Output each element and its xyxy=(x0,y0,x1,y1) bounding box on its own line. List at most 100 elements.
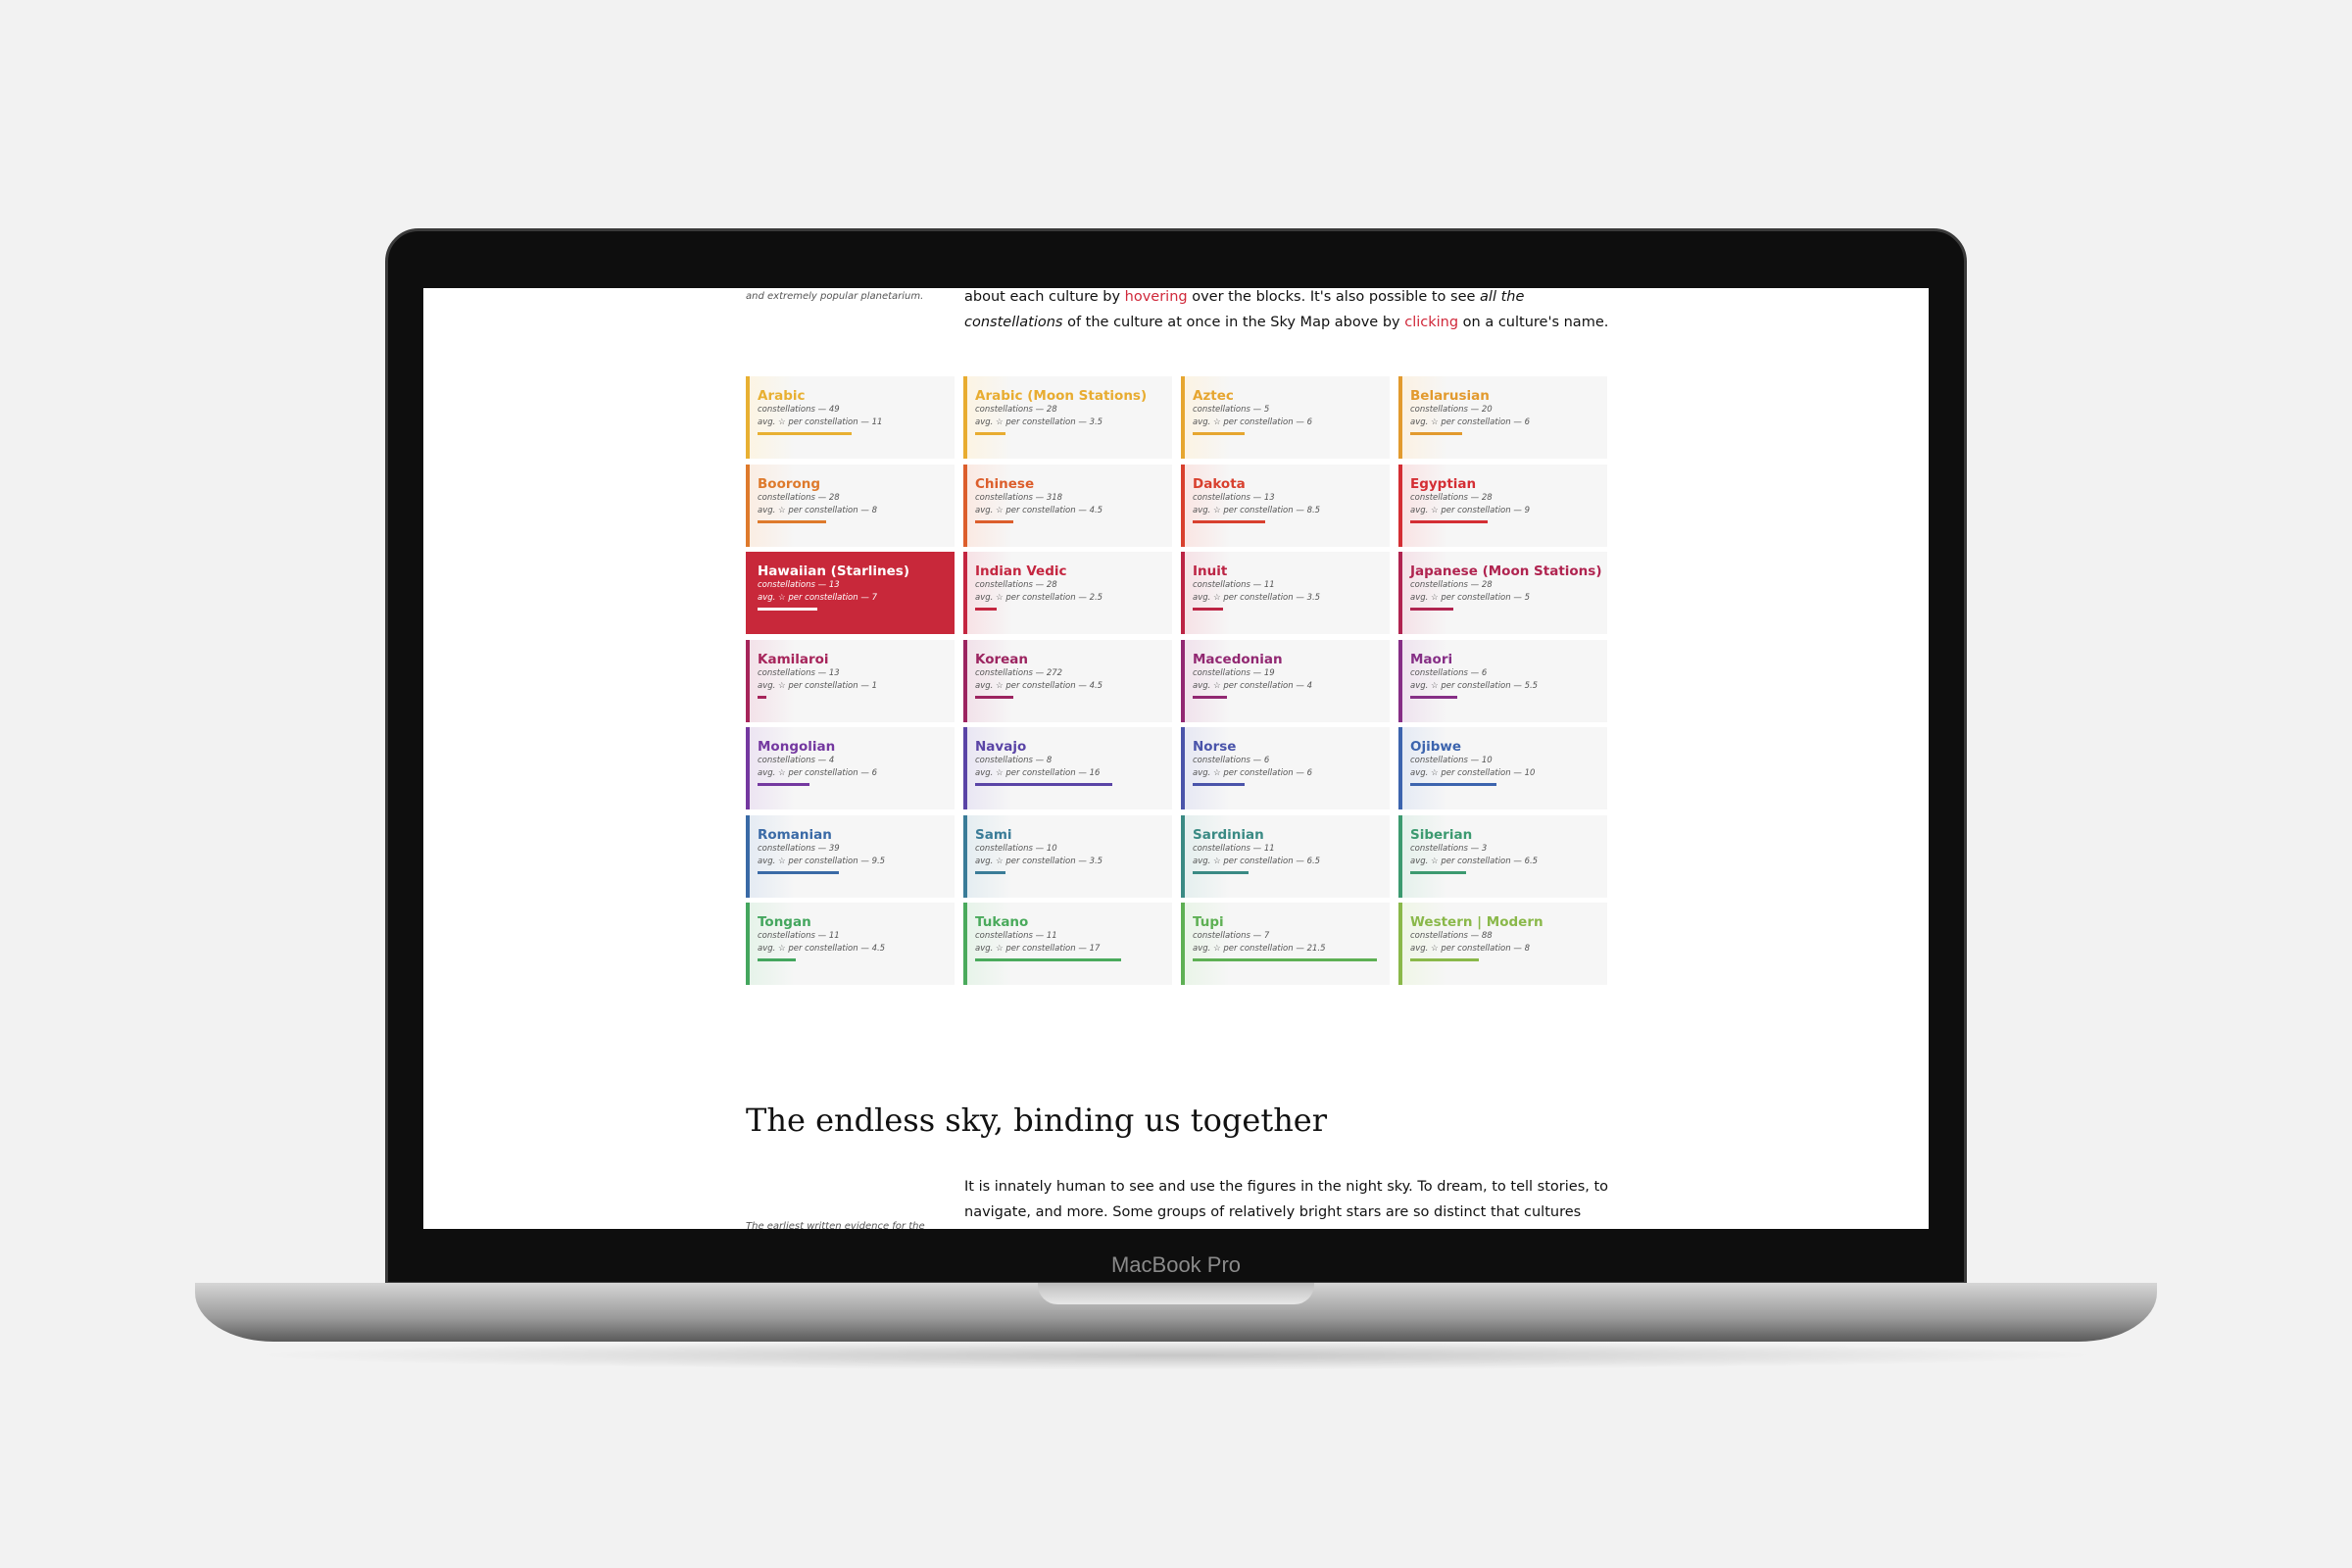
value: 6 xyxy=(1306,768,1312,778)
culture-name[interactable]: Norse xyxy=(1193,739,1390,755)
culture-card[interactable]: Mongolian constellations — 4 avg. ☆ per co… xyxy=(746,727,955,809)
culture-card[interactable]: Kamilaroi constellations — 13 avg. ☆ per c… xyxy=(746,639,955,722)
label: avg. ☆ per constellation — xyxy=(975,768,1090,778)
avg-stars-bar xyxy=(1410,608,1453,611)
avg-stars: avg. ☆ per constellation — 6.5 xyxy=(1193,856,1390,868)
avg-stars: avg. ☆ per constellation — 4 xyxy=(1193,680,1390,693)
label: avg. ☆ per constellation — xyxy=(1410,768,1525,778)
value: 28 xyxy=(1481,492,1493,503)
culture-card[interactable]: Norse constellations — 6 avg. ☆ per conste… xyxy=(1181,727,1390,809)
culture-card[interactable]: Sami constellations — 10 avg. ☆ per conste… xyxy=(963,814,1172,898)
culture-card[interactable]: Dakota constellations — 13 avg. ☆ per cons… xyxy=(1181,464,1390,547)
culture-card[interactable]: Ojibwe constellations — 10 avg. ☆ per cons… xyxy=(1398,727,1607,809)
avg-stars-bar xyxy=(975,870,1005,874)
culture-card[interactable]: Western | Modern constellations — 88 avg. … xyxy=(1398,903,1607,985)
label: avg. ☆ per constellation — xyxy=(1193,768,1307,778)
culture-name[interactable]: Chinese xyxy=(975,476,1172,492)
culture-card[interactable]: Siberian constellations — 3 avg. ☆ per con… xyxy=(1398,814,1607,898)
avg-stars: avg. ☆ per constellation — 7 xyxy=(758,592,955,605)
culture-card[interactable]: Hawaiian (Starlines) constellations — 13 a… xyxy=(746,552,955,634)
culture-name[interactable]: Macedonian xyxy=(1193,652,1390,667)
value: 3.5 xyxy=(1306,593,1321,603)
culture-card[interactable]: Boorong constellations — 28 avg. ☆ per con… xyxy=(746,464,955,547)
value: 7 xyxy=(871,593,877,603)
culture-card[interactable]: Arabic constellations — 49 avg. ☆ per cons… xyxy=(746,376,955,459)
value: 17 xyxy=(1089,944,1101,954)
culture-name[interactable]: Japanese (Moon Stations) xyxy=(1410,564,1607,579)
culture-name[interactable]: Korean xyxy=(975,652,1172,667)
culture-card[interactable]: Korean constellations — 272 avg. ☆ per con… xyxy=(963,639,1172,722)
culture-name[interactable]: Ojibwe xyxy=(1410,739,1607,755)
culture-name[interactable]: Mongolian xyxy=(758,739,955,755)
culture-card[interactable]: Sardinian constellations — 11 avg. ☆ per c… xyxy=(1181,814,1390,898)
culture-name[interactable]: Tukano xyxy=(975,914,1172,930)
culture-card[interactable]: Maori constellations — 6 avg. ☆ per conste… xyxy=(1398,639,1607,722)
culture-card[interactable]: Tongan constellations — 11 avg. ☆ per cons… xyxy=(746,903,955,985)
avg-stars-bar xyxy=(1193,958,1378,961)
culture-name[interactable]: Sami xyxy=(975,827,1172,843)
culture-name[interactable]: Arabic xyxy=(758,388,955,404)
culture-card[interactable]: Belarusian constellations — 20 avg. ☆ per … xyxy=(1398,376,1607,459)
culture-name[interactable]: Arabic (Moon Stations) xyxy=(975,388,1172,404)
avg-stars: avg. ☆ per constellation — 21.5 xyxy=(1193,943,1390,956)
value: 6.5 xyxy=(1306,856,1321,866)
culture-card[interactable]: Arabic (Moon Stations) constellations — 2… xyxy=(963,376,1172,459)
culture-name[interactable]: Western | Modern xyxy=(1410,914,1607,930)
culture-name[interactable]: Romanian xyxy=(758,827,955,843)
culture-card[interactable]: Macedonian constellations — 19 avg. ☆ per … xyxy=(1181,639,1390,722)
text: navigate, and more. Some groups of relat… xyxy=(964,1204,1582,1220)
culture-card[interactable]: Romanian constellations — 39 avg. ☆ per co… xyxy=(746,814,955,898)
label: avg. ☆ per constellation — xyxy=(758,505,872,515)
culture-card[interactable]: Navajo constellations — 8 avg. ☆ per const… xyxy=(963,727,1172,809)
label: constellations — xyxy=(1193,843,1264,854)
label: avg. ☆ per constellation — xyxy=(1410,505,1525,515)
avg-stars-bar xyxy=(758,608,818,611)
avg-stars: avg. ☆ per constellation — 6.5 xyxy=(1410,856,1607,868)
culture-name[interactable]: Tupi xyxy=(1193,914,1390,930)
culture-card[interactable]: Egyptian constellations — 28 avg. ☆ per co… xyxy=(1398,464,1607,547)
label: constellations — xyxy=(1193,667,1264,678)
avg-stars-bar xyxy=(758,958,797,961)
culture-name[interactable]: Boorong xyxy=(758,476,955,492)
culture-card[interactable]: Indian Vedic constellations — 28 avg. ☆ pe… xyxy=(963,552,1172,634)
value: 6 xyxy=(1263,756,1270,765)
culture-name[interactable]: Egyptian xyxy=(1410,476,1607,492)
value: 49 xyxy=(828,405,840,415)
culture-card[interactable]: Inuit constellations — 11 avg. ☆ per const… xyxy=(1181,552,1390,634)
culture-card[interactable]: Japanese (Moon Stations) constellations —… xyxy=(1398,552,1607,634)
culture-name[interactable]: Inuit xyxy=(1193,564,1390,579)
avg-stars: avg. ☆ per constellation — 2.5 xyxy=(975,592,1172,605)
label: constellations — xyxy=(1410,405,1482,415)
constellation-count: constellations — 272 xyxy=(975,667,1172,680)
hovering-link[interactable]: hovering xyxy=(1125,289,1188,305)
constellation-count: constellations — 6 xyxy=(1410,667,1607,680)
culture-name[interactable]: Navajo xyxy=(975,739,1172,755)
culture-card[interactable]: Tupi constellations — 7 avg. ☆ per constel… xyxy=(1181,903,1390,985)
constellation-count: constellations — 8 xyxy=(975,755,1172,767)
label: constellations — xyxy=(975,580,1047,590)
culture-name[interactable]: Hawaiian (Starlines) xyxy=(758,564,955,579)
avg-stars: avg. ☆ per constellation — 1 xyxy=(758,680,955,693)
culture-name[interactable]: Maori xyxy=(1410,652,1607,667)
culture-card[interactable]: Aztec constellations — 5 avg. ☆ per conste… xyxy=(1181,376,1390,459)
culture-name[interactable]: Siberian xyxy=(1410,827,1607,843)
constellation-count: constellations — 28 xyxy=(758,492,955,505)
clicking-link[interactable]: clicking xyxy=(1404,315,1458,330)
culture-name[interactable]: Indian Vedic xyxy=(975,564,1172,579)
culture-name[interactable]: Tongan xyxy=(758,914,955,930)
label: constellations — xyxy=(1410,756,1482,765)
culture-card[interactable]: Tukano constellations — 11 avg. ☆ per cons… xyxy=(963,903,1172,985)
value: 21.5 xyxy=(1306,944,1326,954)
screen: and extremely popular planetarium. about… xyxy=(423,288,1929,1229)
label: avg. ☆ per constellation — xyxy=(1193,505,1307,515)
culture-name[interactable]: Dakota xyxy=(1193,476,1390,492)
culture-name[interactable]: Aztec xyxy=(1193,388,1390,404)
culture-name[interactable]: Sardinian xyxy=(1193,827,1390,843)
avg-stars-bar xyxy=(975,519,1014,523)
culture-card[interactable]: Chinese constellations — 318 avg. ☆ per co… xyxy=(963,464,1172,547)
value: 28 xyxy=(1046,580,1057,590)
constellation-count: constellations — 13 xyxy=(758,667,955,680)
culture-name[interactable]: Belarusian xyxy=(1410,388,1607,404)
culture-name[interactable]: Kamilaroi xyxy=(758,652,955,667)
constellation-count: constellations — 6 xyxy=(1193,755,1390,767)
